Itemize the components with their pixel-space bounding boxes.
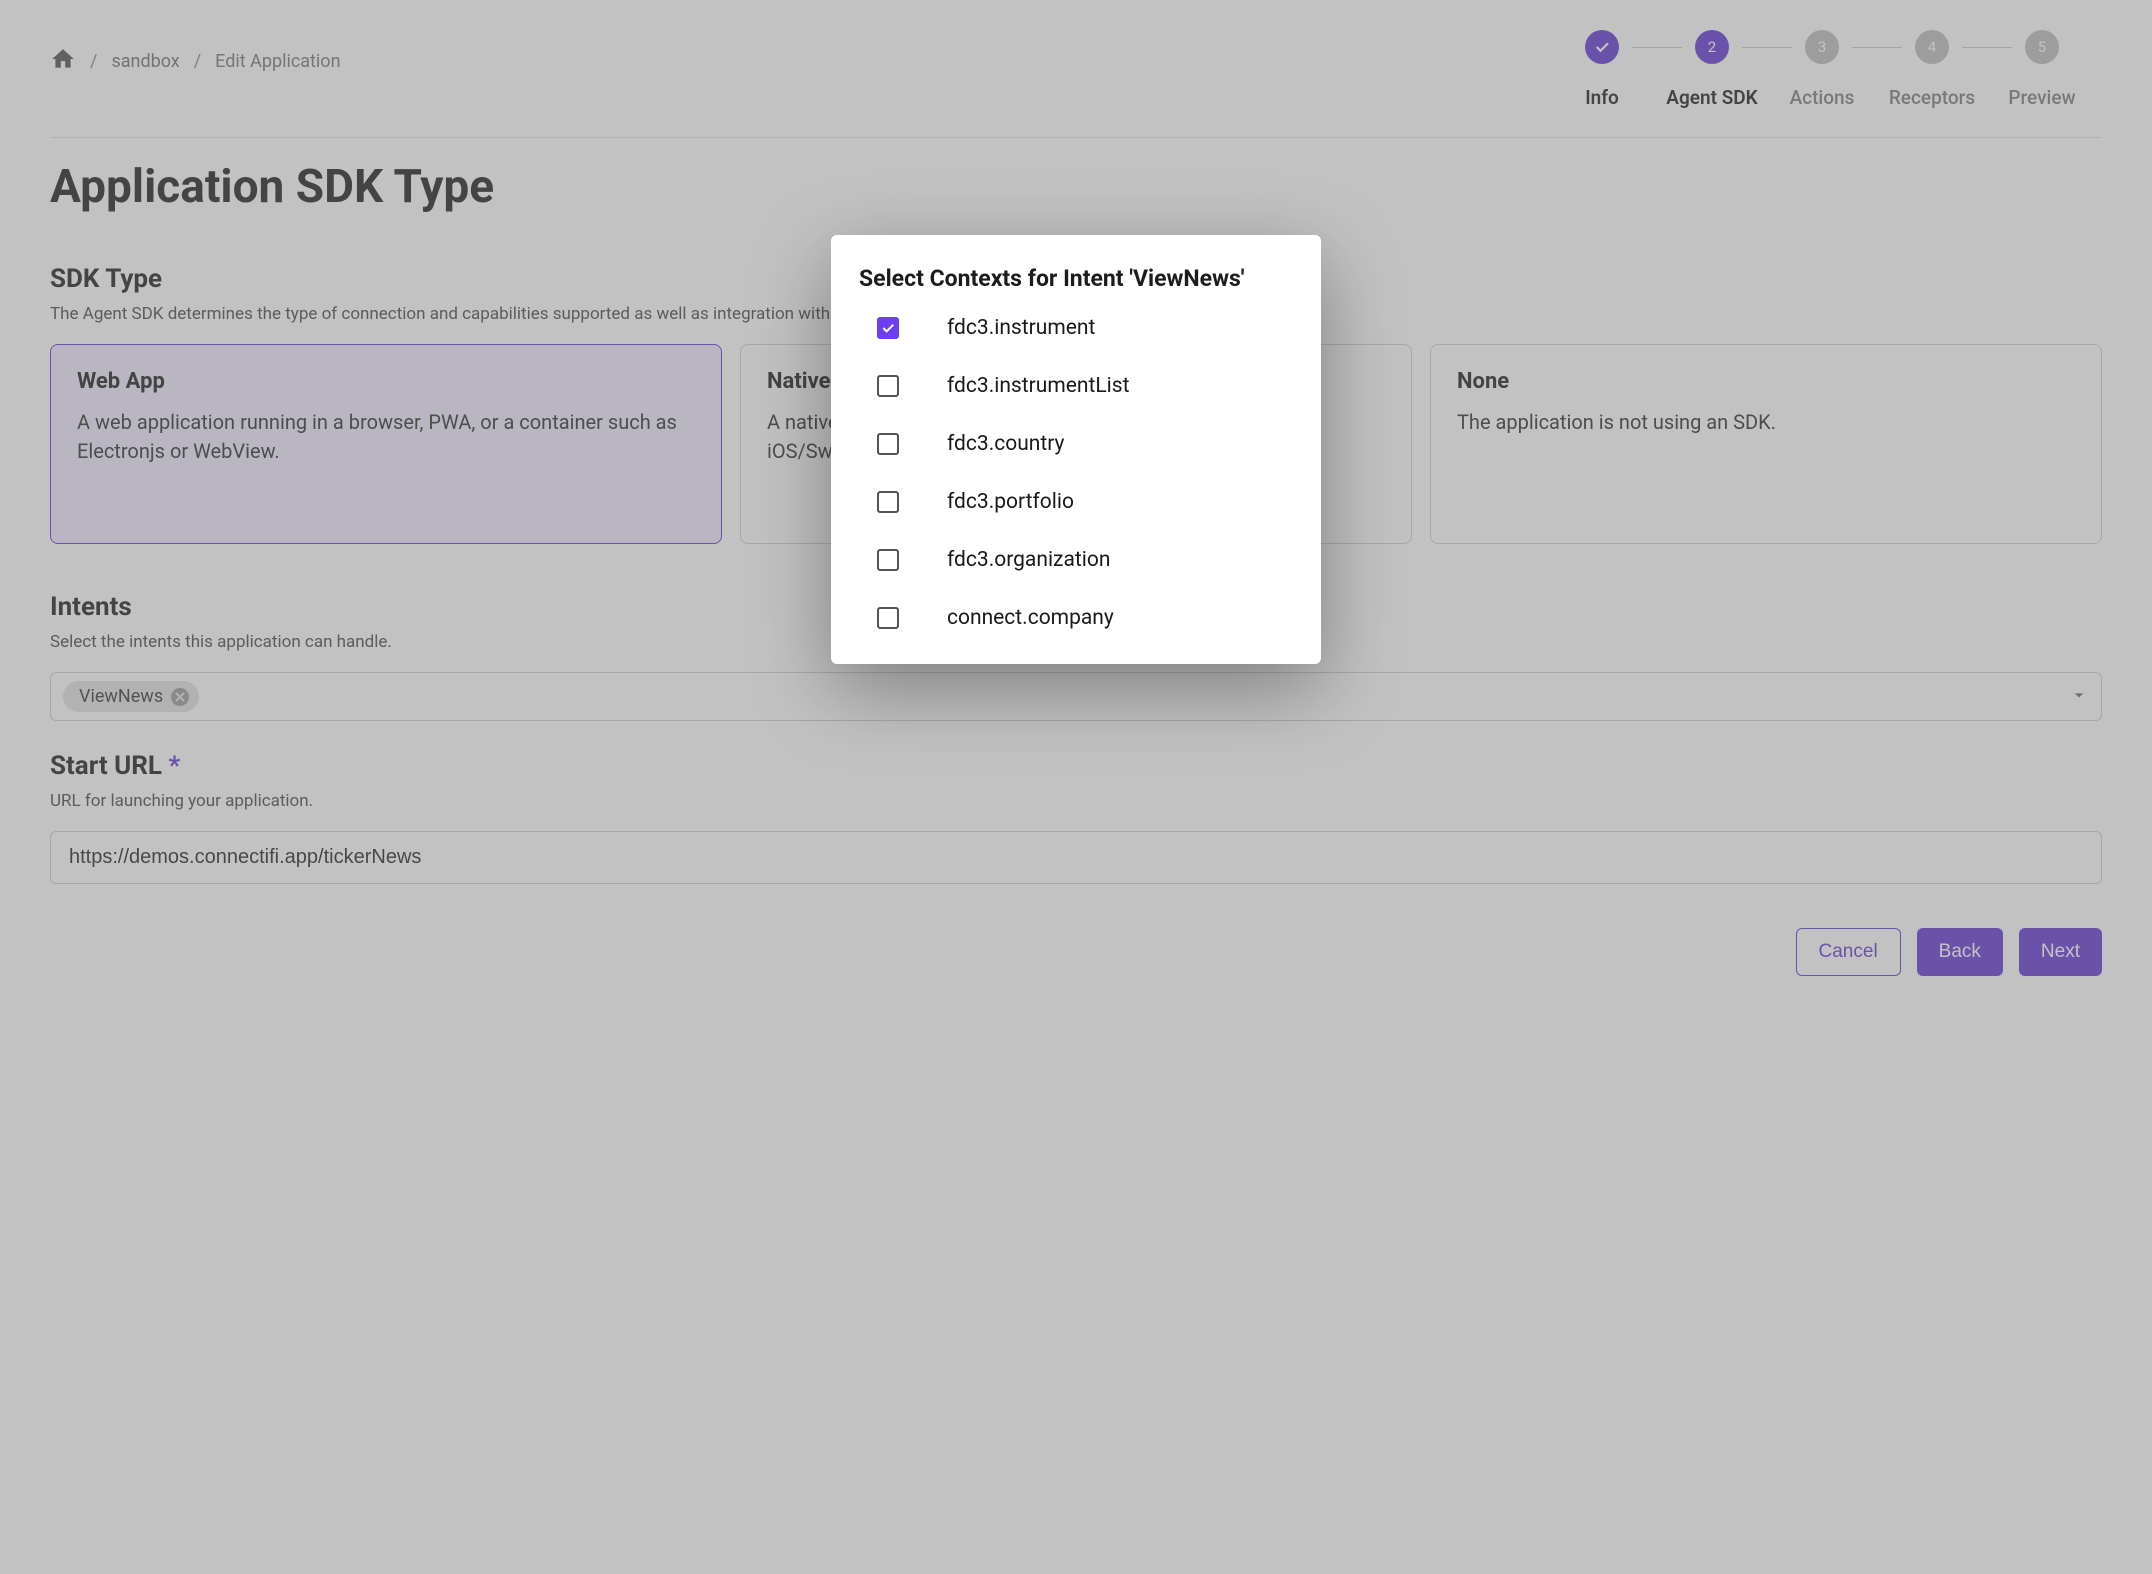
option-label: fdc3.country (947, 432, 1064, 456)
option-label: connect.company (947, 606, 1114, 630)
option-label: fdc3.instrument (947, 316, 1095, 340)
checkbox-icon[interactable] (877, 433, 899, 455)
context-option[interactable]: fdc3.instrument (877, 316, 1293, 340)
modal-overlay[interactable]: Select Contexts for Intent 'ViewNews' fd… (0, 0, 2152, 1574)
checkbox-icon[interactable] (877, 375, 899, 397)
option-label: fdc3.instrumentList (947, 374, 1129, 398)
context-option[interactable]: fdc3.country (877, 432, 1293, 456)
context-options: fdc3.instrument fdc3.instrumentList fdc3… (859, 316, 1293, 630)
option-label: fdc3.portfolio (947, 490, 1074, 514)
option-label: fdc3.organization (947, 548, 1110, 572)
checkbox-icon[interactable] (877, 607, 899, 629)
context-option[interactable]: fdc3.portfolio (877, 490, 1293, 514)
context-option[interactable]: connect.company (877, 606, 1293, 630)
select-contexts-modal: Select Contexts for Intent 'ViewNews' fd… (831, 235, 1321, 664)
checkbox-icon[interactable] (877, 549, 899, 571)
modal-title: Select Contexts for Intent 'ViewNews' (859, 265, 1293, 292)
checkbox-checked-icon[interactable] (877, 317, 899, 339)
checkbox-icon[interactable] (877, 491, 899, 513)
context-option[interactable]: fdc3.organization (877, 548, 1293, 572)
context-option[interactable]: fdc3.instrumentList (877, 374, 1293, 398)
